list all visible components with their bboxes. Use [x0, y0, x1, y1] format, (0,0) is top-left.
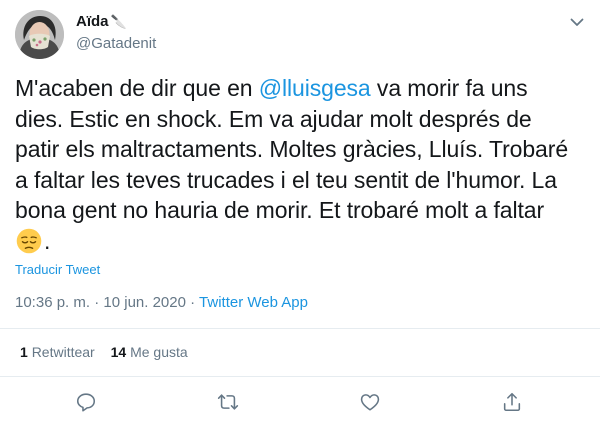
tweet-card: Aïda 🔪 @Gatadenit M'acaben de dir que en …: [0, 0, 600, 427]
like-button[interactable]: [358, 390, 382, 414]
meta-separator: ·: [185, 294, 200, 311]
display-name-text: Aïda: [76, 13, 109, 30]
chevron-down-icon: [570, 18, 584, 26]
tweet-date[interactable]: 10 jun. 2020: [103, 294, 186, 311]
retweet-icon: [217, 394, 239, 410]
meta-separator: ·: [90, 294, 104, 311]
reply-icon: [76, 393, 96, 412]
mention-link[interactable]: @lluisgesa: [259, 75, 371, 101]
tweet-text-before: M'acaben de dir que en: [15, 75, 259, 101]
retweets-stat[interactable]: 1 Retwittear: [20, 343, 95, 361]
reply-button[interactable]: [74, 390, 98, 414]
pensive-face-icon: [16, 228, 42, 253]
user-handle[interactable]: @Gatadenit: [76, 35, 156, 53]
likes-count: 14: [110, 344, 127, 360]
share-icon: [503, 392, 521, 412]
share-button[interactable]: [500, 390, 524, 414]
heart-icon: [360, 394, 380, 411]
likes-stat[interactable]: 14 Me gusta: [111, 343, 188, 361]
retweets-count: 1: [20, 344, 28, 360]
translate-tweet-link[interactable]: Traducir Tweet: [15, 262, 100, 278]
tweet-source-link[interactable]: Twitter Web App: [199, 294, 308, 311]
tweet-stats: 1 Retwittear 14 Me gusta: [20, 343, 188, 361]
tweet-text: M'acaben de dir que en @lluisgesa va mor…: [15, 73, 575, 256]
avatar[interactable]: [15, 10, 64, 59]
tweet-meta: 10:36 p. m. · 10 jun. 2020 · Twitter Web…: [15, 293, 308, 313]
avatar-photo: [15, 10, 64, 59]
divider: [0, 376, 600, 377]
knife-icon: 🔪: [110, 14, 127, 29]
more-options-button[interactable]: [568, 14, 586, 30]
tweet-time[interactable]: 10:36 p. m.: [15, 294, 90, 311]
display-name[interactable]: Aïda 🔪: [76, 13, 127, 31]
retweet-button[interactable]: [216, 390, 240, 414]
tweet-text-period: .: [44, 227, 51, 254]
divider: [0, 328, 600, 329]
retweets-label: Retwittear: [31, 344, 95, 360]
likes-label: Me gusta: [130, 344, 188, 360]
